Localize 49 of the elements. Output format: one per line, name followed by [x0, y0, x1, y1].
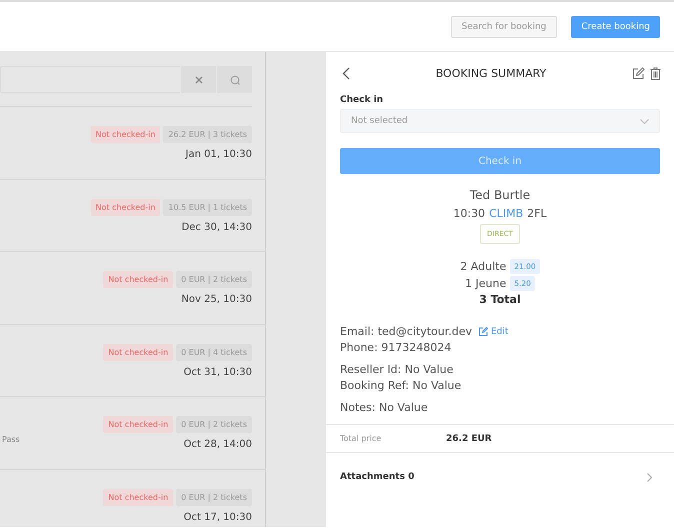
panel-title: BOOKING SUMMARY [434, 66, 548, 80]
attachments-row[interactable]: Attachments 0 [326, 453, 674, 501]
booking-date: Oct 28, 14:00 [184, 439, 252, 450]
price-badge: 0 EUR | 2 tickets [176, 271, 252, 288]
chevron-down-icon [640, 118, 649, 124]
booking-date: Oct 17, 10:30 [184, 512, 252, 522]
price-badge: 0 EUR | 2 tickets [176, 416, 252, 433]
booking-date: Jan 01, 10:30 [186, 149, 252, 160]
status-badge: Not checked-in [90, 126, 160, 143]
tour-time: 10:30 [453, 207, 486, 220]
price-badge: 0 EUR | 4 tickets [176, 344, 252, 360]
booking-row[interactable]: Pass Not checked-in 0 EUR | 2 tickets Oct 28, 14:00 [0, 397, 266, 470]
ticket-total: 3 Total [479, 293, 521, 306]
edit-icon[interactable] [632, 66, 645, 80]
booking-row[interactable]: Not checked-in 10.5 EUR | 1 tickets Dec 30, 14:30 [0, 180, 266, 252]
price-badge: 0 EUR | 2 tickets [176, 488, 252, 506]
ticket-label: 2 Adulte [460, 260, 506, 273]
booking-row[interactable]: Not checked-in 0 EUR | 4 tickets Oct 31, 10:30 [0, 324, 266, 397]
status-badge: Not checked-in [103, 416, 174, 433]
booking-date: Dec 30, 14:30 [182, 222, 252, 232]
status-badge: Not checked-in [90, 198, 160, 216]
ticket-label: 1 Jeune [465, 277, 506, 290]
booking-date: Nov 25, 10:30 [181, 294, 252, 305]
back-icon[interactable] [342, 66, 350, 80]
booking-detail: Pass [1, 435, 20, 444]
booking-ref-text: Booking Ref: No Value [340, 379, 462, 392]
edit-icon [479, 327, 488, 336]
field-label: Check in [340, 95, 384, 105]
tour-location: 2FL [527, 207, 547, 220]
search-icon [230, 74, 240, 84]
status-badge: Not checked-in [103, 271, 174, 288]
price-badge: 10.5 EUR | 1 tickets [163, 198, 252, 216]
phone-text: Phone: 9173248024 [340, 341, 452, 354]
booking-date: Oct 31, 10:30 [184, 366, 252, 378]
booking-row[interactable]: Not checked-in 26.2 EUR | 3 tickets Jan 01, 10:30 [0, 107, 266, 180]
chevron-right-icon [647, 472, 652, 482]
booking-row[interactable]: Not checked-in 0 EUR | 2 tickets Oct 17, 10:30 [0, 470, 266, 527]
total-price-value: 26.2 EUR [446, 434, 492, 444]
notes-text: Notes: No Value [340, 401, 429, 414]
status-badge: Not checked-in [103, 344, 174, 360]
price-badge: 26.2 EUR | 3 tickets [163, 126, 252, 143]
close-icon [194, 76, 202, 84]
booking-row[interactable]: Not checked-in 0 EUR | 2 tickets Nov 25, 10:30 [0, 252, 266, 324]
reseller-text: Reseller Id: No Value [340, 363, 454, 376]
customer-name: Ted Burtle [470, 188, 530, 202]
status-badge: Not checked-in [103, 488, 174, 506]
total-price-label: Total price [340, 434, 382, 443]
email-text: Email: ted@citytour.dev [340, 325, 472, 338]
trash-icon[interactable] [650, 66, 661, 80]
